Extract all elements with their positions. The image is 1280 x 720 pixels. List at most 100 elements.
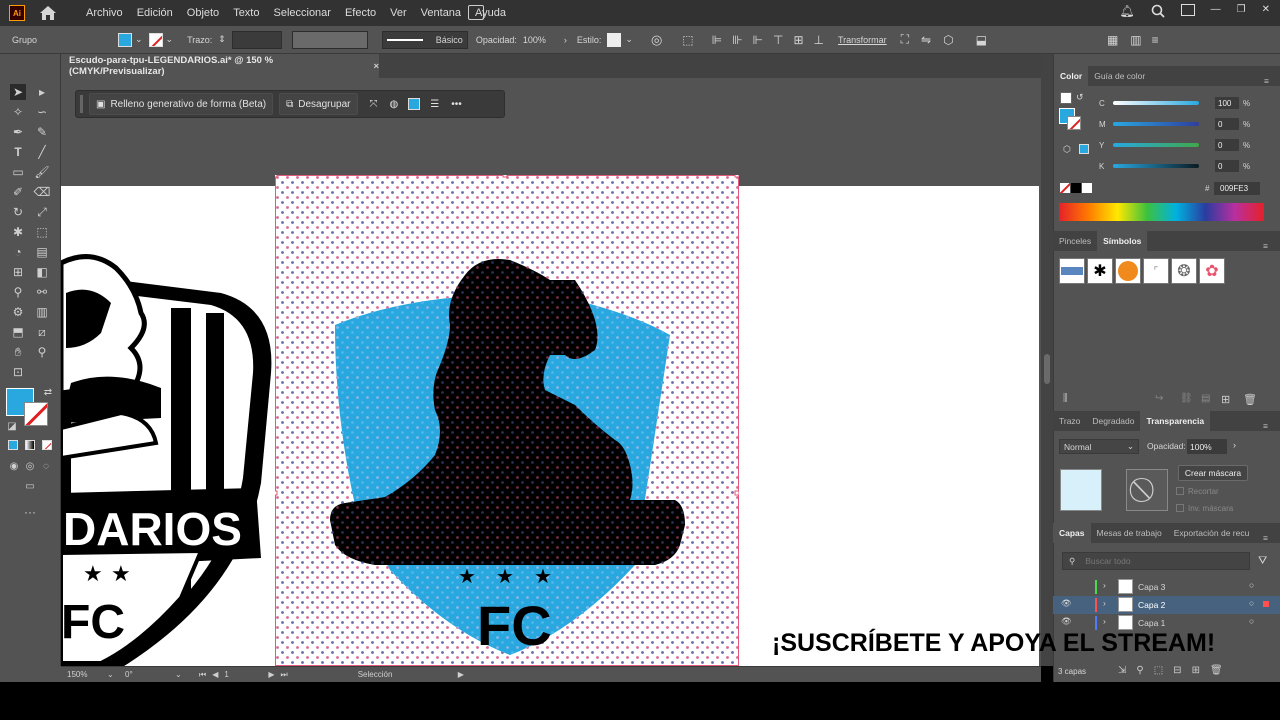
screen-mode-icon[interactable]: ▭ <box>22 478 38 494</box>
align-context-icon[interactable]: ☰ <box>430 99 439 110</box>
artboard-number[interactable]: 1 <box>224 670 264 679</box>
tab-color[interactable]: Color <box>1054 66 1089 86</box>
minimize-icon[interactable]: — <box>1211 4 1221 21</box>
align-bottom-icon[interactable]: ⊥ <box>814 33 824 47</box>
canvas[interactable]: DARIOS ★ ★ FC ★ ★ ★ FC <box>61 78 1041 666</box>
layer-expand-icon[interactable]: › <box>1103 616 1106 626</box>
align-top-icon[interactable]: ⊤ <box>773 33 783 47</box>
puppet-warp-tool-icon[interactable]: ✱ <box>10 224 26 240</box>
rotation-value[interactable]: 0° <box>125 670 175 679</box>
close-window-icon[interactable]: ✕ <box>1262 4 1270 21</box>
transform-bounds-icon[interactable]: ⛶ <box>901 32 909 47</box>
panel-arrange-icon[interactable]: ▦ <box>1107 33 1118 47</box>
selection-tool-icon[interactable]: ➤ <box>10 84 26 100</box>
menu-objeto[interactable]: Objeto <box>180 7 226 19</box>
left-knight-logo[interactable]: DARIOS ★ ★ FC <box>61 253 276 666</box>
vertical-scrollbar[interactable] <box>1041 54 1053 666</box>
menu-archivo[interactable]: Archivo <box>79 7 130 19</box>
invert-mask-checkbox[interactable] <box>1176 504 1184 512</box>
stroke-swatch[interactable]: ⌄ <box>148 32 173 47</box>
tab-color-guide[interactable]: Guía de color <box>1088 66 1151 86</box>
color-panel-default-icon[interactable] <box>1060 92 1072 104</box>
zoom-dropdown-icon[interactable]: ⌄ <box>107 670 121 679</box>
tab-transparency[interactable]: Transparencia <box>1140 411 1211 431</box>
brush-definition[interactable]: Básico <box>381 30 468 49</box>
control-bar-menu-icon[interactable]: ≡ <box>1152 33 1159 47</box>
black-input[interactable]: 0 <box>1215 160 1239 172</box>
color-spectrum[interactable] <box>1059 203 1264 221</box>
search-icon[interactable] <box>1151 4 1165 21</box>
selected-group[interactable]: ★ ★ ★ FC <box>275 175 739 666</box>
eraser-tool-icon[interactable]: ⌫ <box>34 184 51 200</box>
symbol-libraries-icon[interactable]: ⫼ <box>1063 393 1068 404</box>
layer-name[interactable]: Capa 2 <box>1138 600 1165 610</box>
gradient-tool-icon[interactable]: ◧ <box>34 264 50 280</box>
zoom-tool-icon[interactable]: ⚲ <box>34 344 50 360</box>
tab-stroke[interactable]: Trazo <box>1053 411 1086 431</box>
tab-gradient[interactable]: Degradado <box>1086 411 1140 431</box>
isolate-icon[interactable]: ⬓ <box>976 33 987 47</box>
layer-row[interactable]: 👁︎ › Capa 2 ○ <box>1053 596 1280 614</box>
close-document-icon[interactable]: × <box>373 61 379 72</box>
variable-width-profile[interactable] <box>291 30 368 49</box>
cyan-slider[interactable] <box>1113 101 1199 105</box>
artboard-tool-icon[interactable]: ⬒ <box>10 324 26 340</box>
export-icon[interactable]: ⇲ <box>1118 665 1126 676</box>
color-panel-stroke[interactable] <box>1067 116 1081 130</box>
zoom-level[interactable]: 150% <box>67 670 107 679</box>
stroke-weight-stepper[interactable]: ⇕ <box>218 34 226 45</box>
stroke-color-swatch[interactable] <box>24 402 48 426</box>
layer-name[interactable]: Capa 1 <box>1138 618 1165 628</box>
mesh-tool-icon[interactable]: ⊞ <box>10 264 26 280</box>
shaper-tool-icon[interactable]: ✐ <box>10 184 26 200</box>
new-sublayer-icon[interactable]: ⊟ <box>1173 665 1181 676</box>
workspace-icon[interactable] <box>1180 4 1195 16</box>
style-swatch[interactable] <box>607 32 622 47</box>
arrange-documents-icon[interactable] <box>468 5 484 20</box>
clip-checkbox[interactable] <box>1176 487 1184 495</box>
hand-tool-icon[interactable]: ✋︎ <box>10 344 26 360</box>
hex-input[interactable]: 009FE3 <box>1214 182 1260 195</box>
fill-context-swatch[interactable] <box>408 98 421 110</box>
opacity-value[interactable]: 100% <box>523 35 546 45</box>
symbol-options-icon[interactable]: ▤ <box>1201 393 1210 404</box>
reflect-icon[interactable]: ⇋ <box>921 33 931 47</box>
object-thumbnail[interactable] <box>1060 469 1102 511</box>
eyedropper-tool-icon[interactable]: ⚲ <box>10 284 26 300</box>
break-link-icon[interactable]: ⛓ <box>1180 393 1193 404</box>
draw-normal-icon[interactable]: ◉ <box>6 458 22 474</box>
layer-visibility-eye-icon[interactable]: 👁︎ <box>1061 598 1072 609</box>
menu-texto[interactable]: Texto <box>226 7 266 19</box>
menu-efecto[interactable]: Efecto <box>338 7 383 19</box>
locate-object-icon[interactable]: ⚲ <box>1136 665 1143 676</box>
symbol-sprayer-tool-icon[interactable]: ⚙ <box>10 304 26 320</box>
prev-artboard-icon[interactable]: ◀ <box>212 670 218 679</box>
lasso-tool-icon[interactable]: ∽ <box>34 104 50 120</box>
none-mode-icon[interactable] <box>42 440 52 450</box>
edit-toolbar-icon[interactable]: ⊡ <box>10 364 26 380</box>
new-layer-icon[interactable]: ⊞ <box>1192 665 1200 676</box>
first-artboard-icon[interactable]: ⏮ <box>199 670 206 680</box>
symbol-corner-icon[interactable]: ⌜ <box>1143 258 1169 284</box>
color-mode-icon[interactable] <box>8 440 18 450</box>
pen-tool-icon[interactable]: ✒ <box>10 124 26 140</box>
make-mask-button[interactable]: Crear máscara <box>1178 465 1248 481</box>
no-mask-icon[interactable]: ⃠ <box>1126 469 1168 511</box>
align-to-icon[interactable]: ⬚ <box>682 33 693 47</box>
curvature-tool-icon[interactable]: ✎ <box>34 124 50 140</box>
slice-tool-icon[interactable]: ⧄ <box>34 324 50 340</box>
recolor-icon[interactable]: ◎ <box>651 32 662 48</box>
tab-layers[interactable]: Capas <box>1053 523 1091 543</box>
transparency-panel-menu-icon[interactable]: ≡ <box>1257 416 1274 436</box>
transform-icon[interactable]: ⤧ <box>370 99 378 110</box>
home-icon[interactable] <box>39 4 57 22</box>
layer-visibility-eye-icon[interactable]: 👁︎ <box>1061 616 1072 627</box>
menu-edicion[interactable]: Edición <box>130 7 180 19</box>
panel-columns-icon[interactable]: ▥ <box>1130 33 1141 47</box>
symbol-banner-icon[interactable] <box>1059 258 1085 284</box>
black-slider[interactable] <box>1113 164 1199 168</box>
symbols-panel-menu-icon[interactable]: ≡ <box>1257 236 1274 256</box>
more-options-icon[interactable]: ••• <box>451 99 462 110</box>
white-color-icon[interactable] <box>1082 183 1092 193</box>
next-artboard-icon[interactable]: ▶ <box>268 670 274 679</box>
